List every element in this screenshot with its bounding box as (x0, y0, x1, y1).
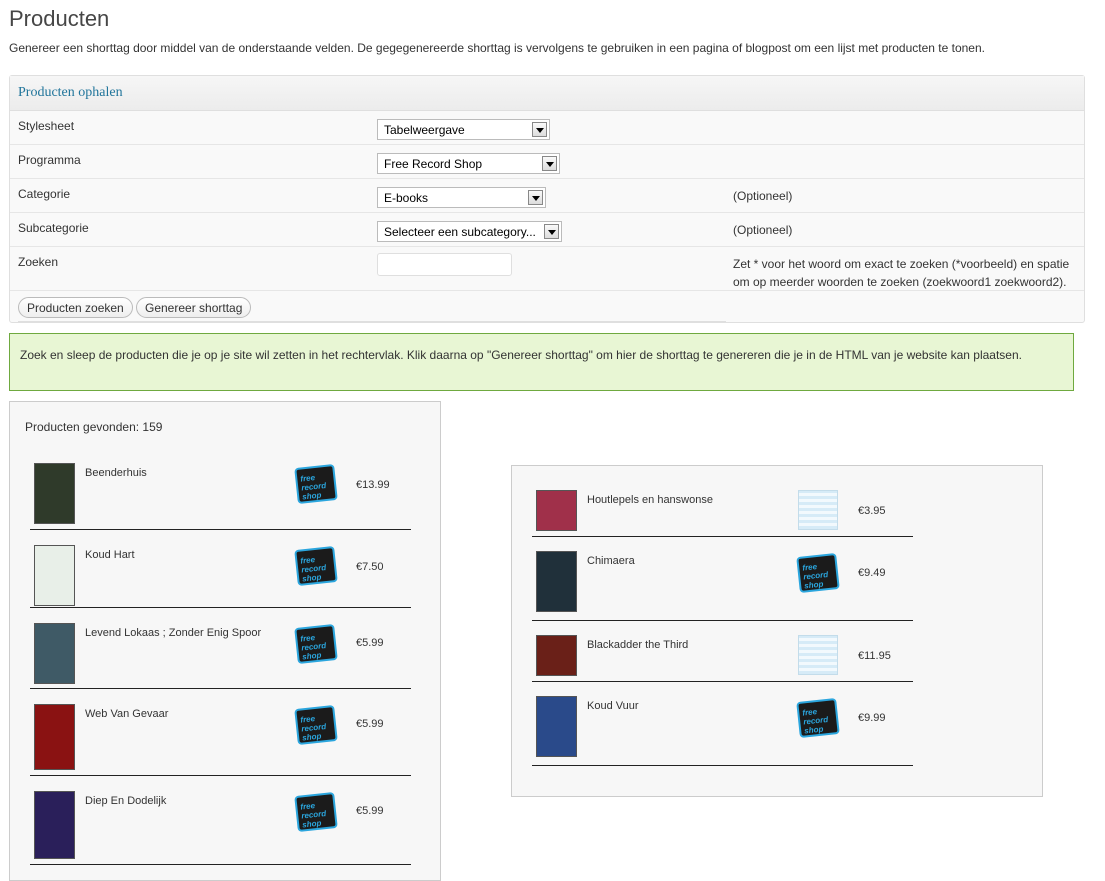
free-record-shop-logo: free record shop (294, 546, 338, 586)
categorie-row: Categorie E-books (Optioneel) (10, 179, 1084, 213)
product-price: €9.99 (858, 712, 886, 724)
chevron-down-icon[interactable] (532, 122, 547, 137)
info-message: Zoek en sleep de producten die je op je … (9, 333, 1074, 391)
product-name: Levend Lokaas ; Zonder Enig Spoor (85, 627, 262, 639)
product-name: Koud Vuur (587, 700, 639, 712)
free-record-shop-logo: free record shop (796, 698, 840, 738)
stylesheet-row: Stylesheet Tabelweergave (10, 111, 1084, 145)
product-price: €13.99 (356, 479, 390, 491)
product-row[interactable]: Houtlepels en hanswonse €3.95 (532, 484, 913, 537)
programma-select[interactable]: Free Record Shop (377, 153, 560, 174)
page-title: Producten (9, 6, 110, 31)
free-record-shop-logo: free record shop (294, 464, 338, 504)
product-row[interactable]: Koud Hart free record shop €7.50 (30, 530, 411, 608)
stylesheet-select[interactable]: Tabelweergave (377, 119, 550, 140)
book-cover (34, 704, 75, 770)
free-record-shop-logo: free record shop (796, 553, 840, 593)
book-cover (34, 791, 75, 859)
stylesheet-label: Stylesheet (18, 119, 75, 133)
programma-value: Free Record Shop (384, 157, 483, 171)
found-products-box: Producten gevonden: 159 Beenderhuis free… (9, 401, 441, 881)
categorie-select[interactable]: E-books (377, 187, 546, 208)
product-price: €3.95 (858, 505, 886, 517)
product-price: €5.99 (356, 718, 384, 730)
button-row: Producten zoeken Genereer shorttag (10, 291, 1084, 322)
product-name: Beenderhuis (85, 467, 147, 479)
subcategorie-select[interactable]: Selecteer een subcategory... (377, 221, 562, 242)
product-price: €9.49 (858, 567, 886, 579)
product-row[interactable]: Beenderhuis free record shop €13.99 (30, 452, 411, 530)
page-intro: Genereer een shorttag door middel van de… (9, 41, 985, 55)
categorie-label: Categorie (18, 187, 71, 201)
product-price: €11.95 (858, 650, 891, 662)
book-cover (34, 463, 75, 524)
book-cover (536, 696, 577, 757)
product-row[interactable]: Chimaera free record shop €9.49 (532, 537, 913, 621)
product-price: €5.99 (356, 637, 384, 649)
light-blue-shop-logo (798, 635, 838, 675)
categorie-value: E-books (384, 191, 429, 205)
product-name: Koud Hart (85, 549, 135, 561)
light-blue-shop-logo (798, 490, 838, 530)
categorie-note: (Optioneel) (733, 189, 793, 203)
product-name: Web Van Gevaar (85, 708, 169, 720)
dvd-cover (536, 635, 577, 676)
chevron-down-icon[interactable] (542, 156, 557, 171)
zoeken-row: Zoeken Zet * voor het woord om exact te … (10, 247, 1084, 291)
free-record-shop-logo: free record shop (294, 624, 338, 664)
chevron-down-icon[interactable] (528, 190, 543, 205)
selected-products-box[interactable]: Houtlepels en hanswonse €3.95 Chimaera f… (511, 465, 1043, 797)
chevron-down-icon[interactable] (544, 224, 559, 239)
subcategorie-note: (Optioneel) (733, 223, 793, 237)
book-cover (34, 545, 75, 606)
divider (18, 321, 726, 322)
book-cover (536, 551, 577, 612)
product-price: €5.99 (356, 805, 384, 817)
zoeken-label: Zoeken (18, 255, 59, 269)
product-name: Chimaera (587, 555, 635, 567)
form-panel: Producten ophalen Stylesheet Tabelweerga… (9, 75, 1085, 323)
dvd-cover (536, 490, 577, 531)
product-name: Diep En Dodelijk (85, 795, 167, 807)
search-input[interactable] (377, 253, 512, 276)
programma-label: Programma (18, 153, 81, 167)
product-price: €7.50 (356, 561, 384, 573)
search-products-button[interactable]: Producten zoeken (18, 297, 133, 318)
generate-shorttag-button[interactable]: Genereer shorttag (136, 297, 252, 318)
product-row[interactable]: Levend Lokaas ; Zonder Enig Spoor free re… (30, 608, 411, 689)
product-row[interactable]: Diep En Dodelijk free record shop €5.99 (30, 776, 411, 865)
selected-product-list: Houtlepels en hanswonse €3.95 Chimaera f… (532, 484, 913, 766)
free-record-shop-logo: free record shop (294, 792, 338, 832)
subcategorie-label: Subcategorie (18, 221, 89, 235)
product-row[interactable]: Koud Vuur free record shop €9.99 (532, 682, 913, 766)
subcategorie-row: Subcategorie Selecteer een subcategory..… (10, 213, 1084, 247)
subcategorie-value: Selecteer een subcategory... (384, 225, 536, 239)
panel-heading: Producten ophalen (10, 76, 1084, 111)
free-record-shop-logo: free record shop (294, 705, 338, 745)
found-count: Producten gevonden: 159 (25, 420, 163, 434)
product-row[interactable]: Blackadder the Third €11.95 (532, 621, 913, 682)
zoeken-note: Zet * voor het woord om exact te zoeken … (733, 257, 1070, 289)
product-row[interactable]: Web Van Gevaar free record shop €5.99 (30, 689, 411, 776)
programma-row: Programma Free Record Shop (10, 145, 1084, 179)
product-name: Houtlepels en hanswonse (587, 494, 713, 506)
product-name: Blackadder the Third (587, 639, 689, 651)
found-product-list: Beenderhuis free record shop €13.99 Koud H… (30, 452, 411, 865)
book-cover (34, 623, 75, 684)
stylesheet-value: Tabelweergave (384, 123, 465, 137)
